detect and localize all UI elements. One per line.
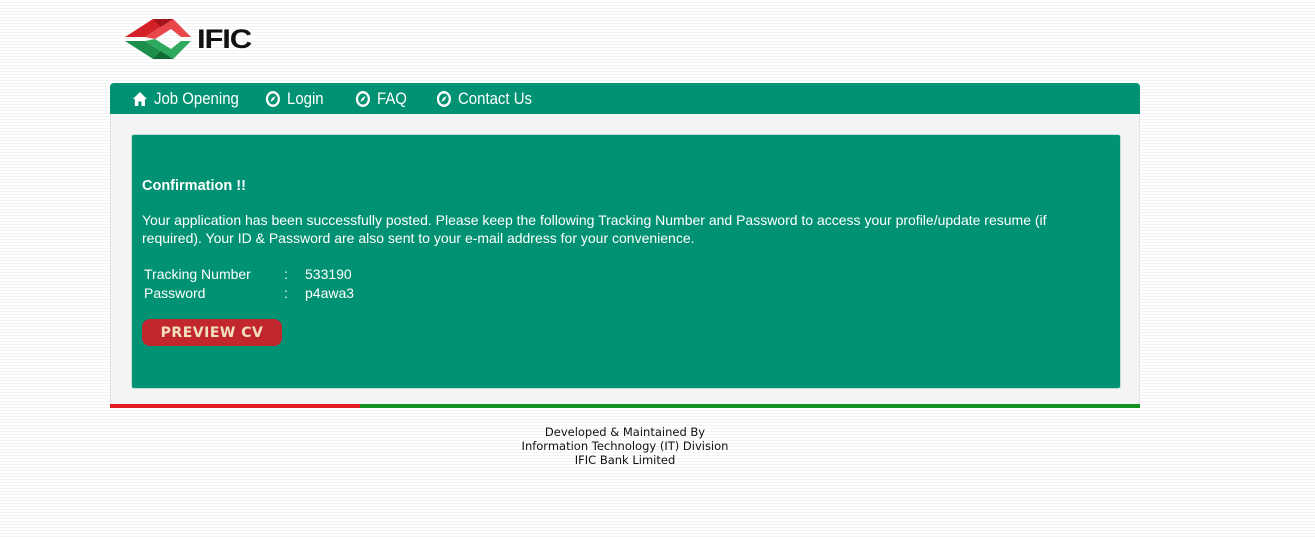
tracking-row: Tracking Number : 533190 — [144, 265, 354, 284]
footer-line-2: Information Technology (IT) Division — [521, 439, 729, 453]
password-separator: : — [284, 285, 288, 301]
compass-icon — [265, 90, 281, 108]
credentials-table: Tracking Number : 533190 Password : p4aw… — [144, 265, 354, 303]
compass-icon — [355, 90, 371, 108]
confirmation-title: Confirmation !! — [142, 178, 246, 194]
confirmation-panel: Confirmation !! Your application has bee… — [131, 134, 1121, 389]
nav-login[interactable]: Login — [265, 89, 324, 109]
nav-faq[interactable]: FAQ — [355, 89, 407, 109]
ific-logo-mark — [125, 19, 191, 59]
password-label: Password — [144, 285, 206, 301]
footer-line-3: IFIC Bank Limited — [574, 453, 676, 467]
footer-divider-red — [110, 404, 360, 408]
nav-job-opening[interactable]: Job Opening — [132, 89, 239, 109]
home-icon — [132, 90, 148, 108]
main-nav: Job Opening Login FAQ Contact Us — [110, 83, 1140, 114]
ific-logo[interactable]: IFIC — [123, 14, 263, 64]
footer-line-1: Developed & Maintained By — [544, 425, 706, 439]
nav-faq-label: FAQ — [377, 88, 407, 108]
content-wrapper: Confirmation !! Your application has bee… — [110, 114, 1140, 405]
tracking-separator: : — [284, 266, 288, 282]
password-row: Password : p4awa3 — [144, 284, 354, 303]
compass-icon — [436, 90, 452, 108]
nav-login-label: Login — [287, 88, 324, 108]
nav-contact-us[interactable]: Contact Us — [436, 89, 532, 109]
confirmation-message: Your application has been successfully p… — [142, 212, 1047, 246]
preview-cv-button[interactable]: PREVIEW CV — [142, 319, 282, 346]
footer-divider-green — [360, 404, 1140, 408]
tracking-label: Tracking Number — [144, 266, 251, 282]
nav-job-opening-label: Job Opening — [154, 88, 239, 108]
nav-contact-us-label: Contact Us — [458, 88, 533, 108]
tracking-value: 533190 — [305, 266, 352, 282]
logo-text: IFIC — [197, 23, 252, 54]
password-value: p4awa3 — [305, 285, 355, 301]
footer: Developed & Maintained By Information Te… — [425, 425, 825, 467]
